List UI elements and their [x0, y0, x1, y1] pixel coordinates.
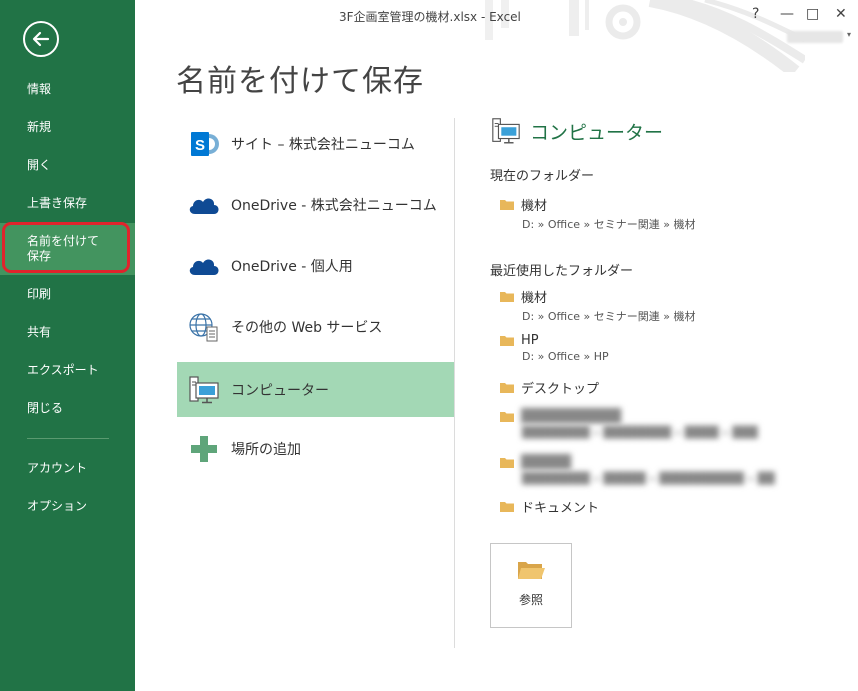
folder-icon — [500, 383, 514, 393]
recent-folder-item[interactable]: HP D: » Office » HP — [499, 333, 609, 363]
recent-folder-item[interactable]: █████ ████████ » █████ » ██████████ » ██ — [499, 455, 775, 485]
sidebar-divider — [27, 438, 109, 439]
folder-icon — [500, 458, 514, 468]
sidebar-item-account[interactable]: アカウント — [0, 451, 135, 485]
recent-folder-item[interactable]: 機材 D: » Office » セミナー関連 » 機材 — [499, 287, 695, 324]
current-folder-title: 現在のフォルダー — [490, 169, 595, 184]
restore-button[interactable]: □ — [806, 6, 819, 22]
sidebar-item-print[interactable]: 印刷 — [0, 277, 135, 311]
browse-label: 参照 — [518, 593, 543, 607]
folder-icon — [500, 336, 514, 346]
folder-name: ██████████ — [521, 409, 621, 424]
recent-folder-item[interactable]: ██████████ ████████ » ████████ » ████ » … — [499, 409, 758, 439]
title-bar: 3F企画室管理の機材.xlsx - Excel ? — □ ✕ ▾ — [135, 0, 858, 72]
sidebar-item-share[interactable]: 共有 — [0, 315, 135, 349]
computer-icon — [492, 118, 520, 144]
folder-path: ████████ » ████████ » ████ » ███ — [522, 426, 758, 439]
place-other-web-services[interactable]: その他の Web サービス — [177, 299, 454, 354]
sidebar-item-new[interactable]: 新規 — [0, 110, 135, 144]
web-services-icon — [189, 312, 218, 341]
user-dropdown-icon[interactable]: ▾ — [847, 30, 851, 39]
folder-path: ████████ » █████ » ██████████ » ██ — [522, 472, 775, 485]
folder-name: 機材 — [521, 199, 548, 214]
page-title: 名前を付けて保存 — [176, 64, 424, 99]
browse-button[interactable]: 参照 — [490, 543, 572, 628]
place-label: OneDrive - 株式会社ニューコム — [231, 197, 437, 214]
recent-folders-title: 最近使用したフォルダー — [490, 264, 634, 279]
recent-folder-item[interactable]: デスクトップ — [499, 378, 599, 397]
computer-header: コンピューター — [490, 116, 663, 146]
backstage-sidebar: 情報 新規 開く 上書き保存 名前を付けて 保存 印刷 共有 エクスポート 閉じ… — [0, 0, 135, 691]
sidebar-item-options[interactable]: オプション — [0, 489, 135, 523]
place-onedrive-personal[interactable]: OneDrive - 個人用 — [177, 238, 454, 293]
folder-name: デスクトップ — [521, 382, 600, 397]
plus-icon — [191, 435, 217, 462]
folder-path: D: » Office » セミナー関連 » 機材 — [522, 218, 696, 231]
folder-name: 機材 — [521, 291, 548, 306]
folder-name: █████ — [521, 455, 571, 470]
folder-path: D: » Office » セミナー関連 » 機材 — [522, 310, 696, 323]
place-label: サイト – 株式会社ニューコム — [231, 136, 415, 153]
current-folder-item[interactable]: 機材 D: » Office » セミナー関連 » 機材 — [499, 195, 695, 232]
back-button[interactable] — [23, 21, 59, 57]
sidebar-item-save[interactable]: 上書き保存 — [0, 186, 135, 220]
place-add-location[interactable]: 場所の追加 — [177, 421, 454, 476]
sidebar-item-save-as[interactable]: 名前を付けて 保存 — [0, 223, 135, 275]
place-label: コンピューター — [231, 382, 329, 399]
pane-divider — [454, 118, 455, 648]
svg-text:S: S — [195, 137, 205, 154]
folder-name: ドキュメント — [521, 501, 600, 516]
computer-header-label: コンピューター — [530, 121, 664, 144]
folder-icon — [500, 502, 514, 512]
sidebar-item-info[interactable]: 情報 — [0, 72, 135, 106]
place-sharepoint-site[interactable]: S サイト – 株式会社ニューコム — [177, 116, 454, 171]
place-label: OneDrive - 個人用 — [231, 258, 353, 275]
recent-folder-item[interactable]: ドキュメント — [499, 497, 599, 516]
computer-icon — [189, 375, 219, 403]
sidebar-item-close[interactable]: 閉じる — [0, 391, 135, 425]
cloud-icon — [189, 258, 219, 275]
sidebar-item-save-as-label: 名前を付けて 保存 — [27, 234, 100, 263]
user-account[interactable] — [787, 31, 843, 43]
close-button[interactable]: ✕ — [835, 6, 847, 22]
place-computer[interactable]: コンピューター — [177, 362, 454, 417]
sidebar-item-open[interactable]: 開く — [0, 148, 135, 182]
sidebar-item-export[interactable]: エクスポート — [0, 353, 135, 387]
window-title: 3F企画室管理の機材.xlsx - Excel — [339, 10, 521, 24]
minimize-button[interactable]: — — [780, 6, 794, 22]
folder-name: HP — [521, 333, 539, 348]
folder-icon — [500, 412, 514, 422]
folder-icon — [500, 292, 514, 302]
help-button[interactable]: ? — [752, 6, 759, 22]
folder-icon — [500, 200, 514, 210]
place-onedrive-business[interactable]: OneDrive - 株式会社ニューコム — [177, 177, 454, 232]
open-folder-icon — [518, 562, 545, 579]
place-label: 場所の追加 — [231, 441, 301, 458]
cloud-icon — [189, 197, 219, 214]
place-label: その他の Web サービス — [231, 319, 383, 336]
back-arrow-icon — [32, 31, 50, 47]
sharepoint-icon: S — [191, 131, 219, 156]
folder-path: D: » Office » HP — [522, 350, 609, 363]
